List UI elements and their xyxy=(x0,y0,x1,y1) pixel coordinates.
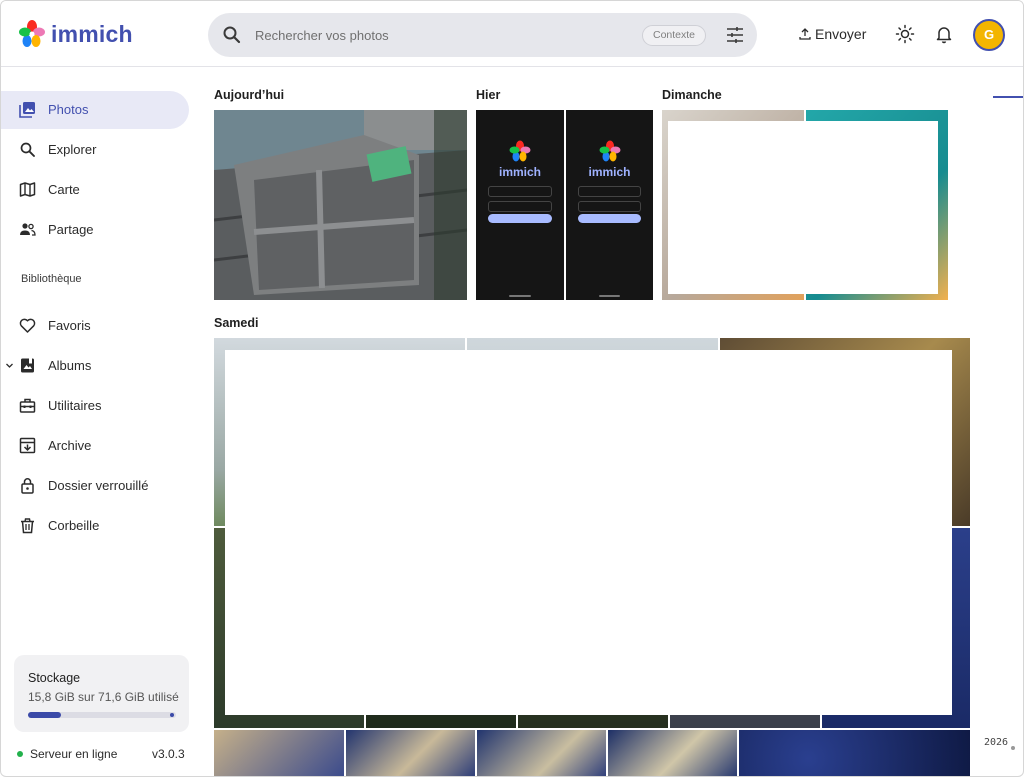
photo-thumbnail[interactable]: immich xyxy=(476,110,564,300)
sidebar-item-label: Photos xyxy=(48,102,89,117)
search-input[interactable]: Rechercher vos photos xyxy=(255,28,389,43)
server-status-label: Serveur en ligne xyxy=(30,747,118,761)
sidebar-item-label: Albums xyxy=(48,358,92,373)
sidebar-item-label: Utilitaires xyxy=(48,398,102,413)
sidebar-item-explorer[interactable]: Explorer xyxy=(1,131,189,169)
map-icon xyxy=(19,182,36,197)
photo-thumbnail[interactable] xyxy=(608,730,737,776)
redacted-area xyxy=(225,350,952,715)
date-group-title: Dimanche xyxy=(662,88,722,102)
phone-login-button xyxy=(578,214,641,223)
sidebar: Photos Explorer Carte Partage Bibliothèq… xyxy=(1,68,201,776)
chevron-down-icon[interactable] xyxy=(5,361,14,370)
sidebar-item-label: Partage xyxy=(48,222,94,237)
storage-usage-text: 15,8 GiB sur 71,6 GiB utilisé xyxy=(28,690,179,704)
search-filters-icon[interactable] xyxy=(725,25,745,45)
album-icon xyxy=(21,358,34,373)
immich-logo[interactable]: immich xyxy=(19,20,133,48)
sidebar-item-corbeille[interactable]: Corbeille xyxy=(1,507,189,545)
phone-login-button xyxy=(488,214,552,223)
sidebar-item-favoris[interactable]: Favoris xyxy=(1,307,189,345)
server-status: Serveur en ligne xyxy=(17,747,117,761)
redacted-area xyxy=(668,121,938,294)
timeline-year-dot xyxy=(1011,746,1015,750)
storage-progress-bar xyxy=(28,712,176,718)
toolbox-icon xyxy=(19,398,36,413)
phone-home-bar xyxy=(599,295,620,297)
photo-thumbnail[interactable] xyxy=(739,730,970,776)
server-version[interactable]: v3.0.3 xyxy=(152,747,185,761)
sidebar-item-albums[interactable]: Albums xyxy=(1,347,189,385)
photo-thumbnail[interactable]: immich xyxy=(566,110,653,300)
sidebar-item-utilitaires[interactable]: Utilitaires xyxy=(1,387,189,425)
phone-home-bar xyxy=(509,295,531,297)
immich-flower-icon xyxy=(599,140,621,162)
phone-app-name: immich xyxy=(588,165,631,179)
theme-toggle-icon[interactable] xyxy=(895,24,915,44)
sidebar-item-carte[interactable]: Carte xyxy=(1,171,189,209)
immich-flower-icon xyxy=(509,140,531,162)
upload-button[interactable]: Envoyer xyxy=(799,26,866,42)
online-status-dot xyxy=(17,751,23,757)
sidebar-item-archive[interactable]: Archive xyxy=(1,427,189,465)
timeline-scrubber-marker[interactable] xyxy=(993,96,1023,98)
search-icon[interactable] xyxy=(222,25,242,45)
archive-icon xyxy=(19,437,36,454)
immich-flower-icon xyxy=(19,20,45,47)
phone-field xyxy=(488,186,552,197)
photo-thumbnail[interactable] xyxy=(477,730,606,776)
date-group-title: Samedi xyxy=(214,316,259,330)
upload-icon xyxy=(799,28,811,40)
storage-bar-end-dot xyxy=(170,713,174,717)
photos-icon xyxy=(19,102,35,118)
lock-icon xyxy=(21,478,34,494)
app-window: immich Rechercher vos photos Contexte En xyxy=(0,0,1024,777)
search-icon xyxy=(20,142,35,157)
storage-progress-fill xyxy=(28,712,61,718)
heart-icon xyxy=(19,318,36,333)
photo-thumbnail[interactable] xyxy=(214,110,467,300)
sidebar-item-dossier-verrouille[interactable]: Dossier verrouillé xyxy=(1,467,189,505)
trash-icon xyxy=(21,518,34,534)
storage-panel[interactable]: Stockage 15,8 GiB sur 71,6 GiB utilisé xyxy=(14,655,189,732)
date-group-title: Hier xyxy=(476,88,501,102)
sidebar-item-label: Explorer xyxy=(48,142,97,157)
sidebar-item-partage[interactable]: Partage xyxy=(1,211,189,249)
upload-label: Envoyer xyxy=(815,26,867,42)
user-avatar[interactable]: G xyxy=(973,19,1005,51)
timeline-year-label[interactable]: 2026 xyxy=(984,737,1008,748)
sidebar-item-label: Carte xyxy=(48,182,80,197)
phone-app-name: immich xyxy=(498,165,541,179)
sidebar-item-photos[interactable]: Photos xyxy=(1,91,189,129)
date-group-title: Aujourd’hui xyxy=(214,88,285,102)
library-section-label: Bibliothèque xyxy=(21,273,82,285)
sidebar-item-label: Corbeille xyxy=(48,518,100,533)
photo-thumbnail[interactable] xyxy=(214,730,344,776)
phone-field xyxy=(578,201,641,212)
app-name: immich xyxy=(51,20,133,47)
storage-title: Stockage xyxy=(28,671,81,685)
sidebar-item-label: Dossier verrouillé xyxy=(48,478,149,493)
people-icon xyxy=(20,223,36,236)
context-search-toggle[interactable]: Contexte xyxy=(642,25,707,46)
phone-field xyxy=(488,201,552,212)
photo-thumbnail[interactable] xyxy=(346,730,475,776)
sidebar-item-label: Archive xyxy=(48,438,92,453)
phone-field xyxy=(578,186,641,197)
shelf-photo-art xyxy=(214,110,467,300)
sidebar-item-label: Favoris xyxy=(48,318,91,333)
notifications-bell-icon[interactable] xyxy=(934,24,954,44)
search-bar[interactable]: Rechercher vos photos Contexte xyxy=(208,13,757,57)
top-bar: immich Rechercher vos photos Contexte En xyxy=(1,1,1023,67)
